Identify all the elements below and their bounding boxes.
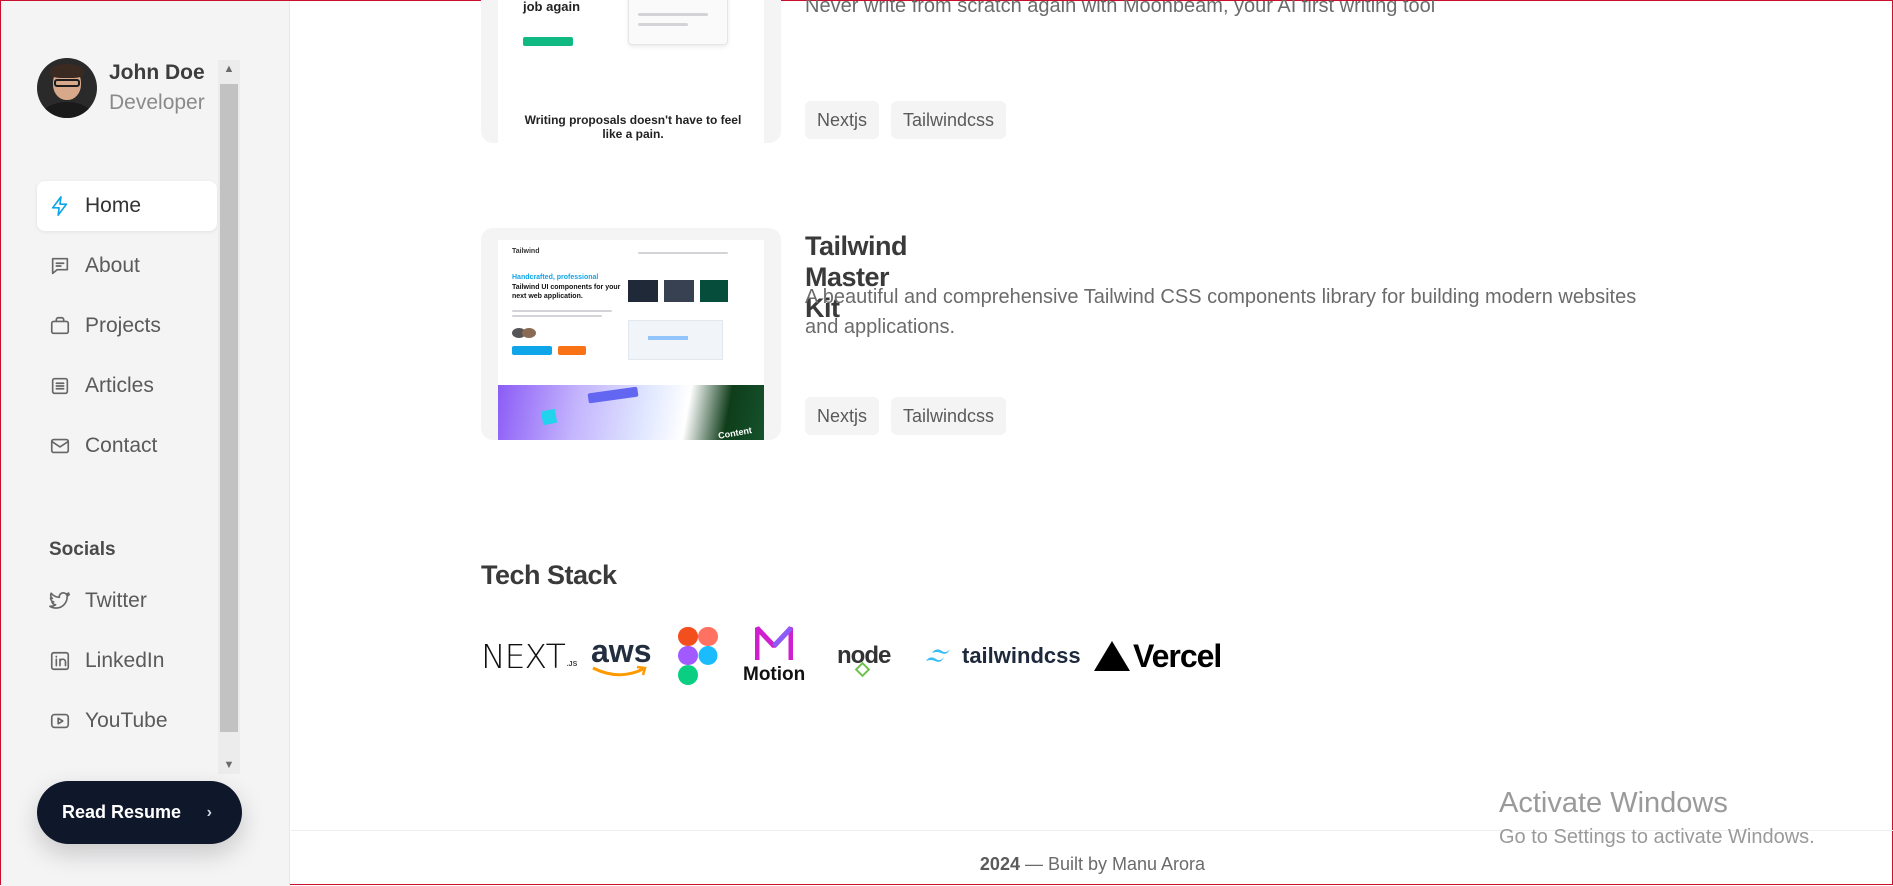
footer-year: 2024	[979, 854, 1020, 874]
socials-heading: Socials	[49, 539, 116, 560]
nav-label: About	[85, 254, 140, 277]
social-item-linkedin[interactable]: LinkedIn	[37, 636, 217, 686]
nav-item-projects[interactable]: Projects	[37, 301, 217, 351]
tag: Nextjs	[805, 101, 880, 139]
thumb-headline: Tailwind UI components for your next web…	[512, 284, 621, 300]
project-tags: Nextjs Tailwindcss	[805, 101, 1018, 139]
footer: 2024 — Built by Manu Arora	[291, 854, 1893, 875]
nextjs-logo: NEXT .JS	[481, 636, 578, 676]
aws-logo: aws	[589, 621, 651, 691]
bolt-icon	[49, 195, 71, 217]
social-label: YouTube	[85, 709, 168, 732]
briefcase-icon	[49, 315, 71, 337]
socials-nav: Twitter LinkedIn YouTube	[37, 576, 217, 756]
sidebar: John Doe Developer Home About Projects A…	[1, 1, 290, 886]
twitter-icon	[49, 590, 71, 612]
project-thumbnail[interactable]: job again Writing proposals doesn't have…	[481, 0, 781, 143]
chevron-right-icon: ›	[206, 803, 212, 821]
project-description: Never write from scratch again with Moon…	[805, 0, 1436, 17]
nav-item-contact[interactable]: Contact	[37, 421, 217, 471]
project-thumbnail[interactable]: Tailwind Handcrafted, professional Tailw…	[481, 228, 781, 440]
scroll-thumb[interactable]	[220, 84, 238, 732]
project-tags: Nextjs Tailwindcss	[805, 397, 1018, 435]
nav-item-articles[interactable]: Articles	[37, 361, 217, 411]
watermark-subtitle: Go to Settings to activate Windows.	[1499, 826, 1815, 848]
profile-name: John Doe	[109, 61, 205, 84]
linkedin-icon	[49, 650, 71, 672]
activate-windows-watermark: Activate Windows Go to Settings to activ…	[1499, 787, 1815, 849]
thumb-brand: Tailwind	[512, 248, 540, 255]
vercel-logo: Vercel	[1093, 621, 1222, 691]
nav-label: Contact	[85, 434, 158, 457]
tag: Tailwindcss	[891, 397, 1007, 435]
tag: Nextjs	[805, 397, 880, 435]
scroll-down-icon[interactable]: ▼	[218, 756, 240, 774]
nav-label: Projects	[85, 314, 161, 337]
message-icon	[49, 255, 71, 277]
nav-item-home[interactable]: Home	[37, 181, 217, 231]
read-resume-button[interactable]: Read Resume ›	[37, 781, 242, 844]
social-label: Twitter	[85, 589, 147, 612]
tailwindcss-logo: tailwindcss	[924, 621, 1081, 691]
profile: John Doe Developer	[37, 58, 205, 118]
social-item-youtube[interactable]: YouTube	[37, 696, 217, 746]
profile-role: Developer	[109, 91, 205, 114]
sidebar-scrollbar[interactable]: ▲ ▼	[218, 60, 240, 774]
youtube-icon	[49, 710, 71, 732]
tech-stack-heading: Tech Stack	[481, 560, 617, 590]
motion-logo: Motion	[743, 621, 805, 691]
scroll-up-icon[interactable]: ▲	[218, 60, 240, 78]
figma-logo	[677, 621, 719, 691]
footer-text: — Built by Manu Arora	[1024, 854, 1206, 874]
project-description: A beautiful and comprehensive Tailwind C…	[805, 286, 1637, 338]
nav-item-about[interactable]: About	[37, 241, 217, 291]
article-icon	[49, 375, 71, 397]
nodejs-logo: node	[837, 621, 891, 691]
tag: Tailwindcss	[891, 101, 1007, 139]
nav-label: Home	[85, 194, 142, 217]
read-resume-label: Read Resume	[62, 802, 182, 822]
thumb-headline: job again	[523, 0, 581, 14]
social-item-twitter[interactable]: Twitter	[37, 576, 217, 626]
watermark-title: Activate Windows	[1499, 787, 1728, 819]
thumb-headline-accent: Handcrafted, professional	[512, 274, 599, 281]
nav-label: Articles	[85, 374, 154, 397]
thumb-tagline: Writing proposals doesn't have to feel l…	[524, 113, 742, 141]
main-nav: Home About Projects Articles Contact	[37, 181, 217, 481]
mail-icon	[49, 435, 71, 457]
social-label: LinkedIn	[85, 649, 165, 672]
avatar	[37, 58, 97, 118]
